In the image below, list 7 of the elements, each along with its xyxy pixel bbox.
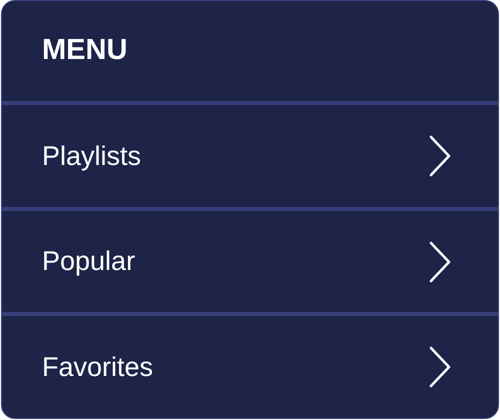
chevron-right-icon: [428, 345, 452, 390]
menu-item[interactable]: Playlists: [2, 105, 498, 207]
menu-item[interactable]: Favorites: [2, 316, 498, 418]
chevron-right-icon: [428, 240, 452, 284]
menu-item[interactable]: Popular: [2, 210, 498, 312]
menu-title: MENU: [42, 33, 128, 68]
chevron-right-icon: [428, 134, 452, 178]
